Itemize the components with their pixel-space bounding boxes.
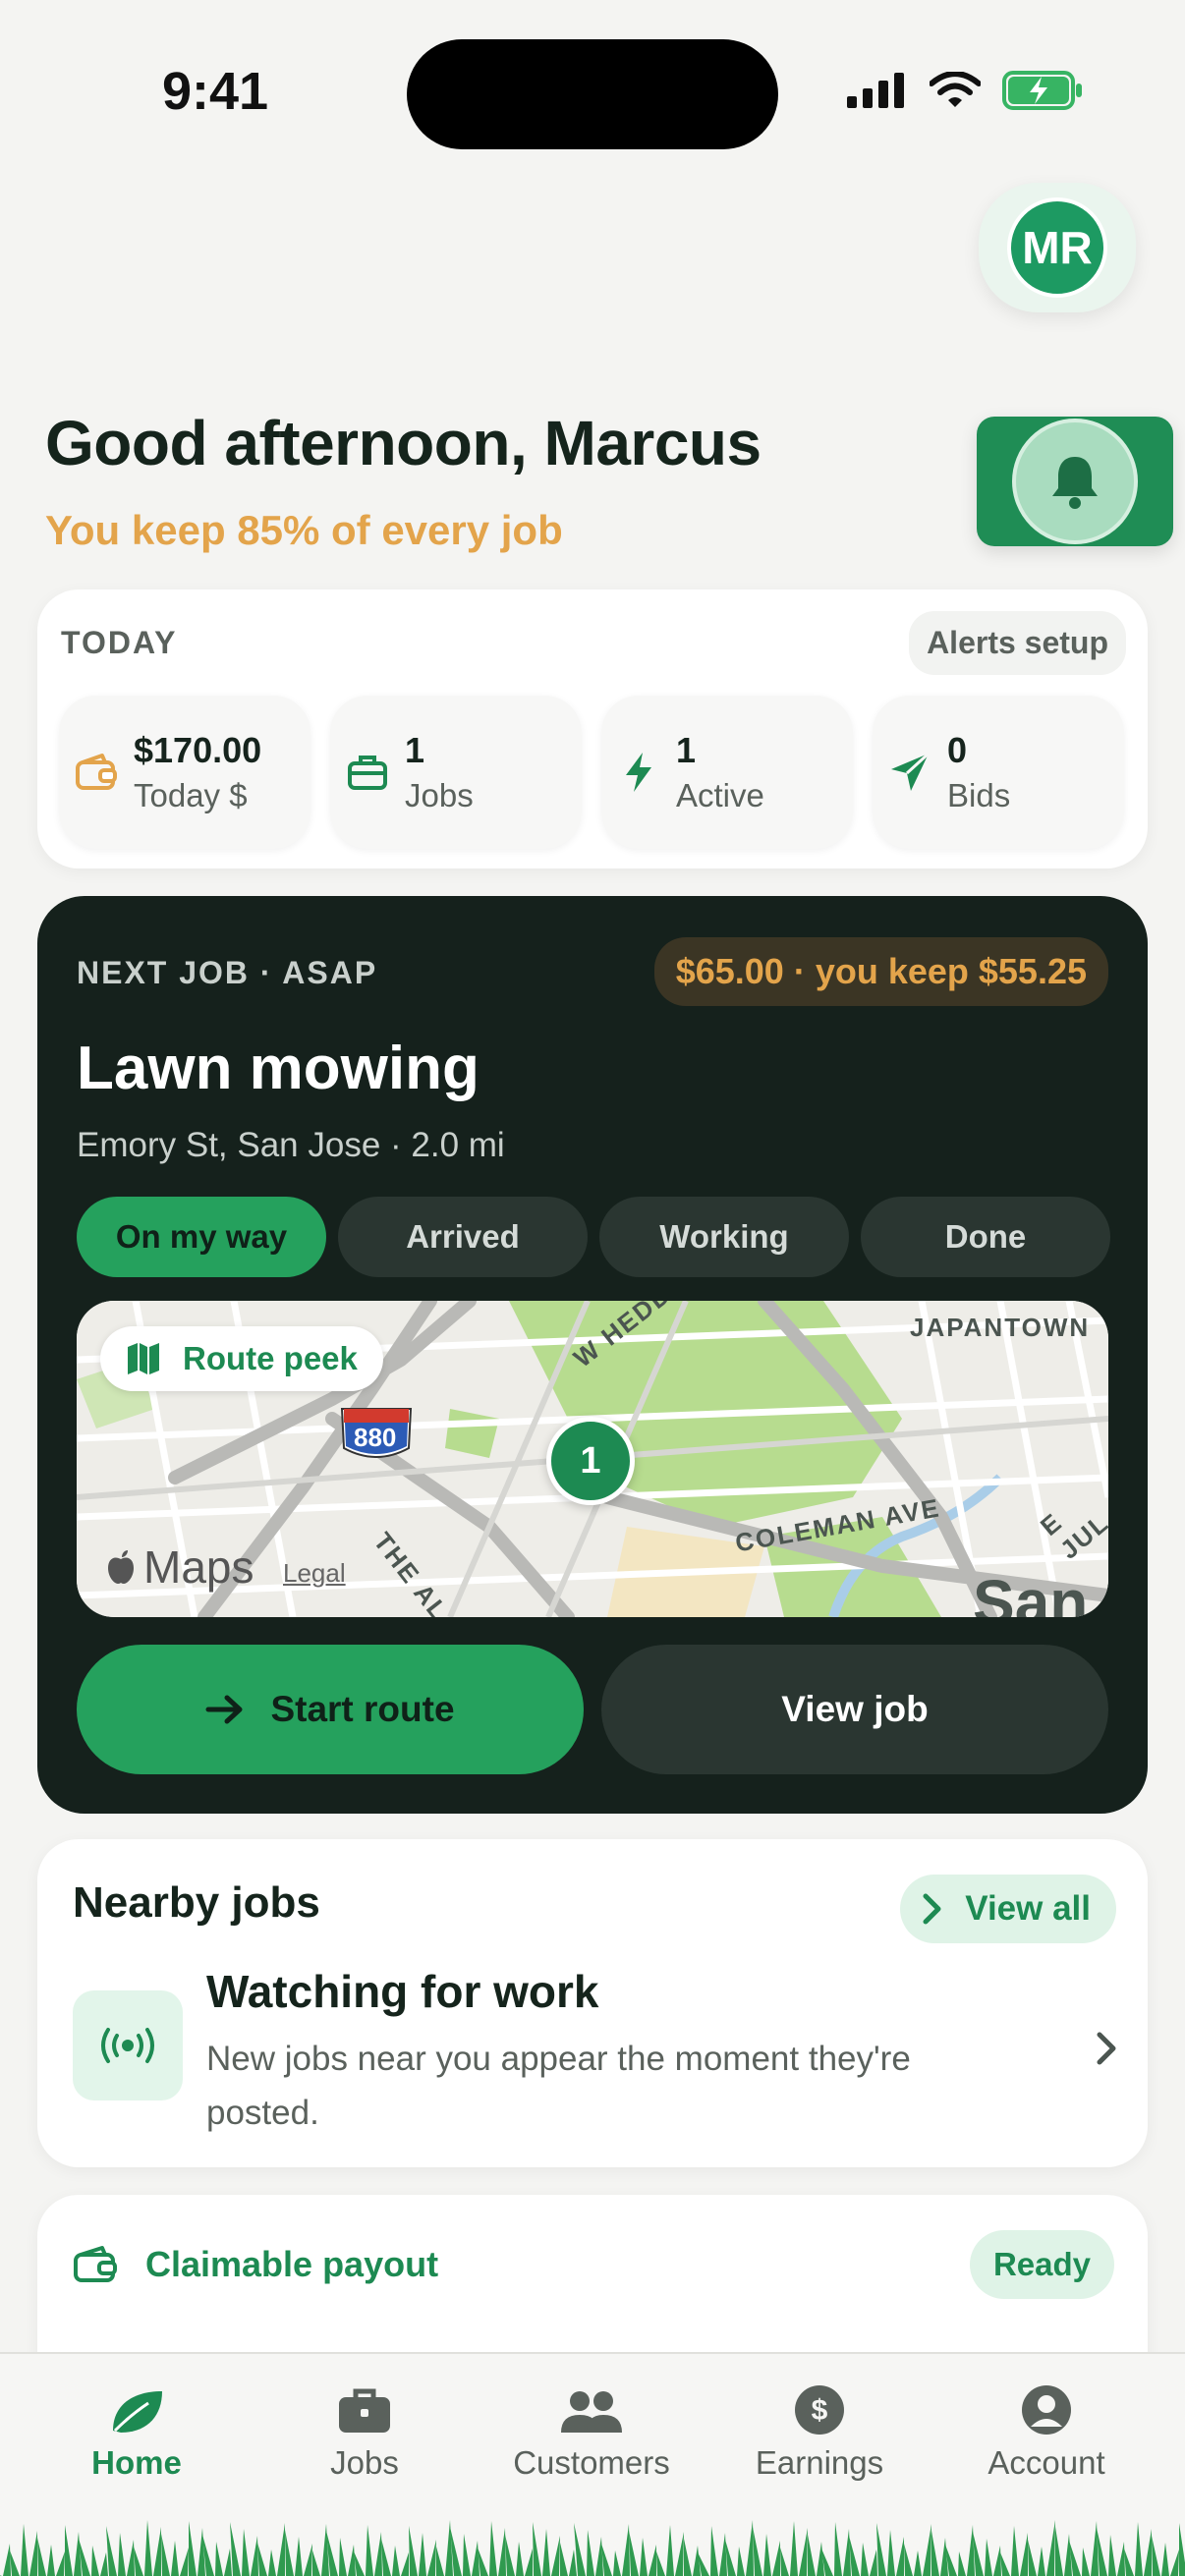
claimable-payout-header: Claimable payout [73,2244,438,2285]
route-map[interactable]: 880 JAPANTOWN W HEDDIN COLEMAN AVE THE A… [77,1301,1108,1617]
bell-icon [1052,457,1098,509]
stat-label: Today $ [134,777,248,813]
alerts-setup-button[interactable]: Alerts setup [909,611,1126,675]
view-all-label: View all [965,1889,1091,1928]
stat-today-earnings[interactable]: $170.00 Today $ [59,696,310,849]
stat-value: 1 [676,730,697,770]
briefcase-icon [344,749,391,796]
wallet-icon [74,2246,117,2282]
bell-container [1012,419,1138,544]
avatar: MR [1007,197,1107,298]
wifi-icon [930,72,981,107]
person-icon [1022,2385,1071,2435]
stat-label: Active [676,777,764,813]
status-time: 9:41 [162,62,269,121]
status-icons [847,71,1085,110]
grass-decoration [0,2520,1185,2576]
notifications-button[interactable] [977,417,1173,546]
watching-subtitle: New jobs near you appear the moment they… [206,2040,911,2132]
job-price-badge: $65.00 · you keep $55.25 [653,937,1108,1006]
route-peek-button[interactable]: Route peek [100,1326,383,1391]
arrow-right-icon [205,1695,243,1724]
broadcast-icon [73,1990,183,2100]
tab-label: Home [91,2444,182,2481]
view-job-button[interactable]: View job [601,1645,1108,1774]
tab-label: Account [988,2444,1105,2481]
maps-legal-link[interactable]: Legal [283,1558,346,1589]
today-label: TODAY [61,625,178,660]
next-job-label: NEXT JOB · ASAP [77,955,378,990]
greeting-title: Good afternoon, Marcus [45,408,762,478]
stat-label: Jobs [405,777,474,813]
chevron-right-icon [923,1893,941,1925]
tab-customers[interactable]: Customers [479,2354,705,2482]
next-job-card: NEXT JOB · ASAP $65.00 · you keep $55.25… [37,896,1148,1814]
avatar-button[interactable]: MR [979,183,1136,312]
stat-value: $170.00 [134,730,262,770]
watching-title: Watching for work [206,1966,599,2017]
tab-label: Jobs [330,2444,399,2481]
nearby-jobs-card: Nearby jobs View all Watching for work N… [37,1839,1148,2167]
nearby-jobs-title: Nearby jobs [73,1878,320,1927]
step-working[interactable]: Working [599,1197,849,1277]
tab-label: Earnings [755,2444,884,2481]
maps-attribution: Maps [106,1540,254,1594]
bolt-icon [615,749,662,796]
battery-charging-icon [1002,71,1082,110]
chevron-right-icon[interactable] [1095,2030,1118,2067]
payout-status-badge: Ready [969,2230,1114,2299]
map-label-san: San [973,1567,1089,1617]
dynamic-island [407,39,778,149]
greeting-subtitle: You keep 85% of every job [45,507,563,553]
send-icon [886,749,933,796]
apple-logo-icon [108,1550,134,1584]
stat-jobs[interactable]: 1 Jobs [330,696,582,849]
job-status-steps: On my way Arrived Working Done [77,1197,1110,1277]
today-card: TODAY Alerts setup $170.00 Today $ 1 Job… [37,589,1148,868]
route-peek-label: Route peek [183,1340,358,1376]
people-icon [561,2391,622,2433]
stat-value: 1 [405,730,425,770]
tab-account[interactable]: Account [933,2354,1159,2482]
tab-label: Customers [513,2444,670,2481]
stat-active[interactable]: 1 Active [601,696,853,849]
claimable-payout-title: Claimable payout [145,2244,439,2284]
start-route-label: Start route [270,1689,455,1729]
stat-value: 0 [947,730,968,770]
stat-label: Bids [947,777,1011,813]
map-icon [128,1343,159,1374]
view-all-button[interactable]: View all [900,1875,1116,1943]
svg-text:$: $ [812,2394,828,2427]
stats-row: $170.00 Today $ 1 Jobs 1 Active 0 Bids [59,696,1124,849]
highway-label: 880 [354,1423,397,1452]
job-address: Emory St, San Jose · 2.0 mi [77,1126,505,1164]
cellular-signal-icon [847,73,904,108]
stat-bids[interactable]: 0 Bids [873,696,1124,849]
map-label-japantown: JAPANTOWN [910,1313,1091,1342]
step-arrived[interactable]: Arrived [338,1197,588,1277]
job-map-marker[interactable]: 1 [546,1417,635,1505]
briefcase-icon [339,2388,390,2433]
wallet-icon [73,749,120,796]
tab-home[interactable]: Home [24,2354,250,2482]
job-title: Lawn mowing [77,1035,480,1102]
leaf-icon [113,2391,162,2433]
start-route-button[interactable]: Start route [77,1645,584,1774]
maps-brand-label: Maps [143,1541,254,1593]
dollar-icon: $ [795,2385,844,2435]
step-on-my-way[interactable]: On my way [77,1197,326,1277]
tab-jobs[interactable]: Jobs [252,2354,478,2482]
step-done[interactable]: Done [861,1197,1110,1277]
tab-earnings[interactable]: $ Earnings [706,2354,932,2482]
